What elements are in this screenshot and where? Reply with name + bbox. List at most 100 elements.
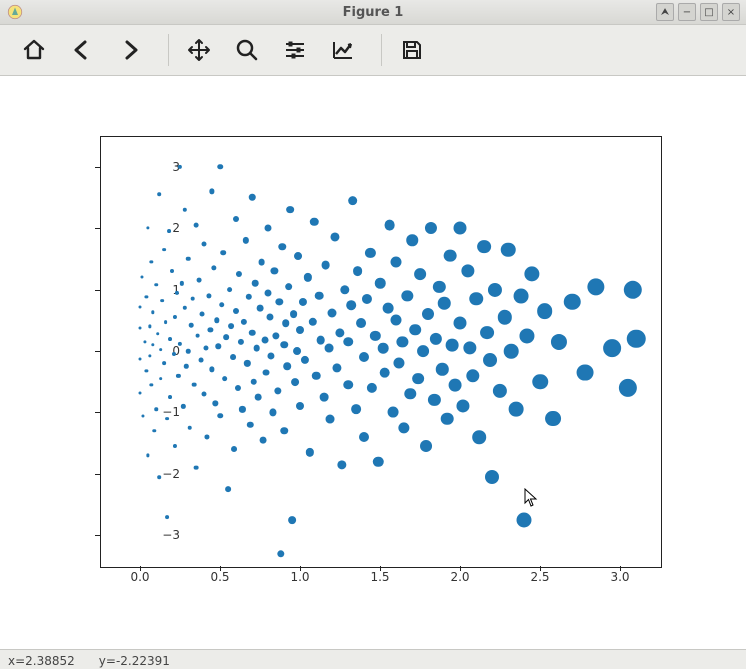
scatter-point: [139, 357, 142, 360]
scatter-point: [420, 440, 432, 452]
pan-button[interactable]: [179, 30, 219, 70]
scatter-point: [157, 475, 161, 479]
scatter-point: [469, 292, 483, 306]
scatter-point: [187, 426, 192, 431]
edit-axis-button[interactable]: [323, 30, 363, 70]
scatter-point: [228, 324, 234, 330]
scatter-point: [326, 414, 335, 423]
scatter-point: [446, 338, 459, 351]
scatter-point: [576, 364, 593, 381]
scatter-point: [417, 345, 429, 357]
scatter-point: [159, 348, 163, 352]
scatter-point: [217, 413, 223, 419]
app-icon: [6, 3, 24, 21]
x-tick-label: 1.0: [290, 570, 309, 584]
scatter-point: [603, 339, 621, 357]
scatter-point: [252, 280, 259, 287]
x-tick-label: 2.5: [530, 570, 549, 584]
x-tick-label: 0.0: [130, 570, 149, 584]
scatter-point: [168, 337, 172, 341]
window-close-button[interactable]: ×: [722, 3, 740, 21]
scatter-point: [406, 235, 418, 247]
matplotlib-toolbar: [0, 25, 746, 76]
scatter-point: [261, 336, 268, 343]
scatter-point: [265, 289, 272, 296]
scatter-point: [139, 392, 142, 395]
scatter-point: [282, 320, 290, 328]
scatter-point: [532, 374, 548, 390]
scatter-point: [320, 393, 329, 402]
y-tick-label: −2: [140, 467, 180, 481]
move-icon: [187, 38, 211, 62]
y-tick-label: −3: [140, 528, 180, 542]
scatter-point: [296, 402, 304, 410]
y-tick-mark: [95, 290, 100, 291]
figure-canvas[interactable]: −3−2−101230.00.51.01.52.02.53.0: [0, 76, 746, 649]
scatter-point: [294, 252, 302, 260]
scatter-point: [266, 314, 273, 321]
scatter-point: [253, 345, 260, 352]
scatter-point: [231, 446, 237, 452]
save-button[interactable]: [392, 30, 432, 70]
scatter-point: [517, 512, 532, 527]
scatter-point: [220, 250, 226, 256]
y-tick-mark: [95, 474, 100, 475]
scatter-point: [414, 268, 426, 280]
scatter-point: [346, 300, 356, 310]
status-x-coord: x=2.38852: [8, 654, 75, 668]
scatter-point: [378, 343, 389, 354]
scatter-point: [258, 259, 265, 266]
window-maximize-button[interactable]: □: [700, 3, 718, 21]
window-rollup-button[interactable]: ⮝: [656, 3, 674, 21]
scatter-point: [154, 283, 158, 287]
scatter-point: [249, 329, 256, 336]
scatter-point: [480, 326, 494, 340]
scatter-point: [353, 266, 363, 276]
scatter-point: [189, 323, 194, 328]
scatter-point: [162, 361, 166, 365]
scatter-point: [409, 324, 421, 336]
scatter-point: [257, 305, 264, 312]
scatter-point: [222, 376, 228, 382]
scatter-point: [198, 358, 203, 363]
scatter-point: [351, 404, 361, 414]
back-button[interactable]: [62, 30, 102, 70]
arrow-left-icon: [70, 38, 94, 62]
scatter-point: [157, 193, 161, 197]
x-tick-label: 0.5: [210, 570, 229, 584]
scatter-point: [165, 515, 169, 519]
scatter-point: [263, 369, 270, 376]
zoom-button[interactable]: [227, 30, 267, 70]
scatter-point: [186, 257, 191, 262]
home-button[interactable]: [14, 30, 54, 70]
y-tick-mark: [95, 228, 100, 229]
scatter-point: [356, 318, 366, 328]
scatter-point: [391, 256, 402, 267]
scatter-point: [139, 326, 142, 329]
arrow-right-icon: [118, 38, 142, 62]
scatter-point: [359, 352, 369, 362]
scatter-point: [192, 382, 197, 387]
scatter-point: [384, 220, 395, 231]
scatter-point: [265, 225, 272, 232]
scatter-point: [321, 261, 330, 270]
scatter-point: [483, 353, 497, 367]
scatter-point: [564, 294, 581, 311]
scatter-point: [165, 417, 169, 421]
configure-subplots-button[interactable]: [275, 30, 315, 70]
scatter-point: [283, 363, 291, 371]
x-tick-label: 3.0: [610, 570, 629, 584]
forward-button[interactable]: [110, 30, 150, 70]
scatter-point: [202, 241, 207, 246]
scatter-point: [230, 354, 236, 360]
scatter-point: [296, 326, 304, 334]
scatter-point: [504, 344, 519, 359]
window-minimize-button[interactable]: −: [678, 3, 696, 21]
scatter-point: [454, 222, 467, 235]
scatter-point: [454, 317, 467, 330]
scatter-point: [513, 288, 528, 303]
scatter-point: [501, 242, 516, 257]
scatter-point: [194, 465, 199, 470]
scatter-point: [161, 299, 165, 303]
scatter-point: [167, 229, 171, 233]
